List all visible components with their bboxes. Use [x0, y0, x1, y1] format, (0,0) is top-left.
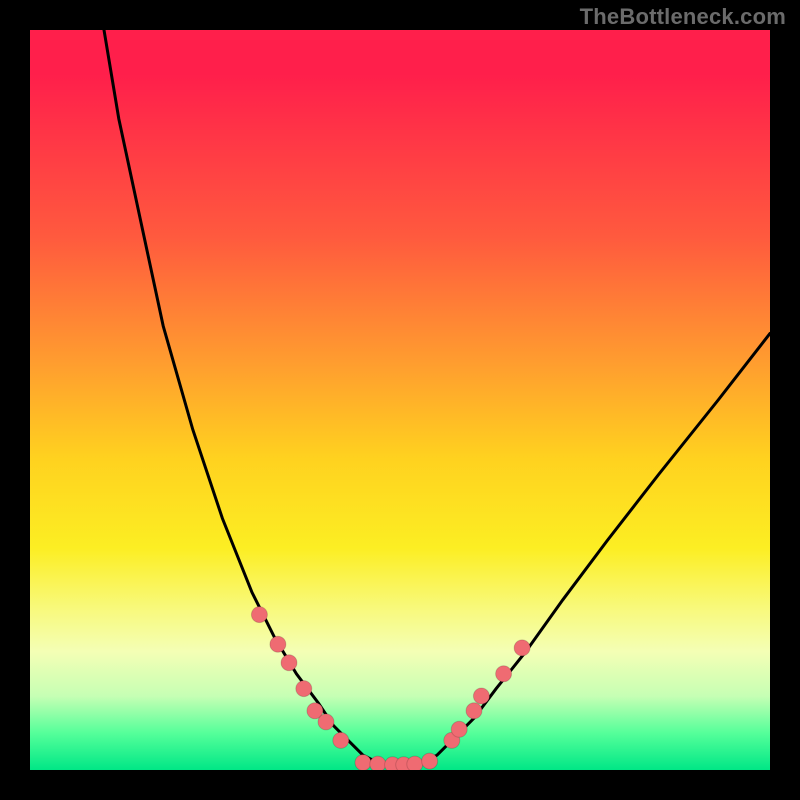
chart-svg — [30, 30, 770, 770]
chart-marker — [496, 666, 512, 682]
watermark-text: TheBottleneck.com — [580, 4, 786, 30]
chart-marker — [466, 703, 482, 719]
chart-marker — [422, 753, 438, 769]
chart-marker — [355, 755, 371, 770]
outer-frame: TheBottleneck.com — [0, 0, 800, 800]
chart-markers — [251, 607, 530, 770]
chart-marker — [270, 636, 286, 652]
chart-marker — [318, 714, 334, 730]
chart-marker — [451, 721, 467, 737]
plot-area — [30, 30, 770, 770]
chart-marker — [333, 732, 349, 748]
chart-marker — [296, 681, 312, 697]
chart-marker — [407, 756, 423, 770]
bottleneck-curve — [104, 30, 770, 766]
chart-marker — [473, 688, 489, 704]
chart-marker — [370, 756, 386, 770]
chart-marker — [514, 640, 530, 656]
chart-marker — [251, 607, 267, 623]
chart-marker — [281, 655, 297, 671]
